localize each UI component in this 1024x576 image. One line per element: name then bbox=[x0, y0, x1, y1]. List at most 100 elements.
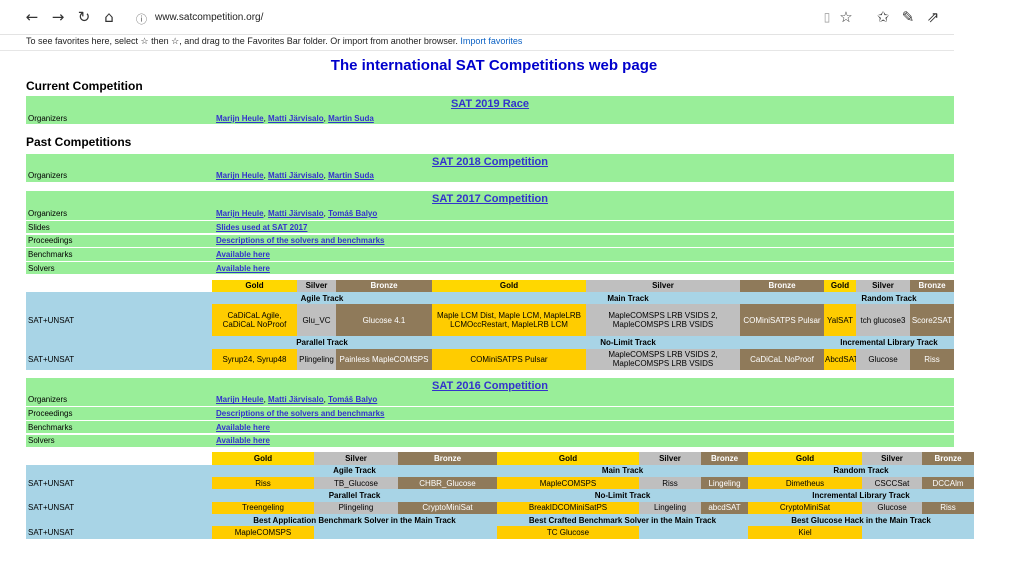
sat2018-organizers: Marijn Heule, Matti Järvisalo, Martin Su… bbox=[214, 169, 954, 182]
solvers-link[interactable]: Available here bbox=[216, 264, 270, 273]
organizers-label: Organizers bbox=[26, 393, 214, 406]
import-favorites-link[interactable]: Import favorites bbox=[460, 36, 522, 46]
address-bar[interactable]: ⓘ www.satcompetition.org/ bbox=[132, 8, 864, 28]
forward-icon[interactable]: → bbox=[46, 6, 70, 28]
pen-icon[interactable]: ✎ bbox=[896, 6, 920, 28]
organizer-link[interactable]: Marijn Heule bbox=[216, 209, 264, 218]
browser-toolbar: ← → ↻ ⌂ ⓘ www.satcompetition.org/ ▯ ☆ ✩ … bbox=[0, 0, 954, 35]
benchmarks-label: Benchmarks bbox=[26, 421, 214, 434]
medal-gold: Gold bbox=[212, 279, 297, 293]
solvers-label: Solvers bbox=[26, 434, 214, 448]
medal-silver: Silver bbox=[586, 279, 740, 293]
result-cell: Treengeling bbox=[212, 501, 314, 514]
share-icon[interactable]: ⇗ bbox=[921, 6, 945, 28]
address-text[interactable]: www.satcompetition.org/ bbox=[155, 12, 263, 23]
result-cell: abcdSAT bbox=[701, 501, 748, 514]
sat2016-table: SAT 2016 Competition Organizers Marijn H… bbox=[26, 377, 954, 449]
result-cell: CHBR_Glucose bbox=[398, 477, 497, 490]
main-track-label: Main Track bbox=[497, 464, 748, 478]
info-icon[interactable]: ⓘ bbox=[136, 11, 147, 27]
solvers-link[interactable]: Available here bbox=[216, 436, 270, 445]
medal-bronze: Bronze bbox=[910, 279, 954, 293]
agile-track-label: Agile Track bbox=[212, 292, 432, 305]
organizer-link[interactable]: Tomáš Balyo bbox=[328, 209, 377, 218]
medal-silver: Silver bbox=[856, 279, 910, 293]
sat2019-table: SAT 2019 Race Organizers Marijn Heule, M… bbox=[26, 96, 954, 126]
random-track-label: Random Track bbox=[824, 292, 954, 305]
result-cell: Riss bbox=[922, 501, 974, 514]
result-cell: Glu_VC bbox=[297, 304, 336, 337]
result-cell: MapleCOMSPS bbox=[212, 526, 314, 539]
sat2017-title-link[interactable]: SAT 2017 Competition bbox=[432, 193, 548, 205]
organizer-link[interactable]: Marijn Heule bbox=[216, 171, 264, 180]
favorites-prompt: To see favorites here, select ☆ then ☆, … bbox=[26, 36, 458, 46]
organizer-link[interactable]: Martin Suda bbox=[328, 114, 374, 123]
result-cell: CSCCSat bbox=[862, 477, 922, 490]
result-cell: Glucose bbox=[856, 348, 910, 370]
row-label: SAT+UNSAT bbox=[26, 526, 212, 539]
sat2018-title-link[interactable]: SAT 2018 Competition bbox=[432, 156, 548, 168]
result-cell: YalSAT bbox=[824, 304, 856, 337]
result-cell: TB_Glucose bbox=[314, 477, 398, 490]
parallel-track-label: Parallel Track bbox=[212, 336, 432, 349]
result-cell: COMiniSATPS Pulsar bbox=[432, 348, 586, 370]
benchmarks-link[interactable]: Available here bbox=[216, 250, 270, 259]
sat2019-title-link[interactable]: SAT 2019 Race bbox=[451, 98, 529, 110]
past-heading: Past Competitions bbox=[26, 134, 132, 149]
benchmarks-link[interactable]: Available here bbox=[216, 423, 270, 432]
result-cell: COMiniSATPS Pulsar bbox=[740, 304, 824, 337]
proceedings-link[interactable]: Descriptions of the solvers and benchmar… bbox=[216, 236, 385, 245]
organizer-link[interactable]: Martin Suda bbox=[328, 171, 374, 180]
back-icon[interactable]: ← bbox=[20, 6, 44, 28]
medal-bronze: Bronze bbox=[398, 452, 497, 465]
favorite-star-icon[interactable]: ☆ bbox=[834, 6, 858, 28]
slides-label: Slides bbox=[26, 221, 214, 234]
result-cell: CryptoMiniSat bbox=[748, 501, 862, 514]
organizers-label: Organizers bbox=[26, 169, 214, 182]
favorites-list-icon[interactable]: ✩ bbox=[871, 6, 895, 28]
medal-silver: Silver bbox=[862, 452, 922, 465]
proceedings-link[interactable]: Descriptions of the solvers and benchmar… bbox=[216, 409, 385, 418]
result-cell: Lingeling bbox=[701, 477, 748, 490]
slides-link[interactable]: Slides used at SAT 2017 bbox=[216, 223, 307, 232]
main-track-label: Main Track bbox=[432, 292, 824, 305]
proceedings-label: Proceedings bbox=[26, 407, 214, 420]
organizer-link[interactable]: Matti Järvisalo bbox=[268, 395, 324, 404]
home-icon[interactable]: ⌂ bbox=[97, 6, 121, 28]
refresh-icon[interactable]: ↻ bbox=[72, 6, 96, 28]
result-cell: Maple LCM Dist, Maple LCM, MapleLRB LCMO… bbox=[432, 304, 586, 337]
sat2016-organizers: Marijn Heule, Matti Järvisalo, Tomáš Bal… bbox=[214, 393, 954, 406]
nolimit-track-label: No-Limit Track bbox=[497, 489, 748, 502]
result-cell: Syrup24, Syrup48 bbox=[212, 348, 297, 370]
result-cell: CaDiCaL NoProof bbox=[740, 348, 824, 370]
organizers-label: Organizers bbox=[26, 112, 214, 125]
result-cell: MapleCOMSPS bbox=[497, 477, 639, 490]
organizer-link[interactable]: Matti Järvisalo bbox=[268, 114, 324, 123]
medal-bronze: Bronze bbox=[740, 279, 824, 293]
sat2016-results: Gold Silver Bronze Gold Silver Bronze Go… bbox=[26, 452, 974, 539]
medal-gold: Gold bbox=[497, 452, 639, 465]
result-cell: Glucose bbox=[862, 501, 922, 514]
result-cell: Plingeling bbox=[297, 348, 336, 370]
proceedings-label: Proceedings bbox=[26, 234, 214, 248]
result-cell: MapleCOMSPS LRB VSIDS 2, MapleCOMSPS LRB… bbox=[586, 304, 740, 337]
row-label: SAT+UNSAT bbox=[26, 477, 212, 490]
sat2016-title-link[interactable]: SAT 2016 Competition bbox=[432, 380, 548, 392]
result-cell: CaDiCaL Agile, CaDiCaL NoProof bbox=[212, 304, 297, 337]
sat2017-organizers: Marijn Heule, Matti Järvisalo, Tomáš Bal… bbox=[214, 207, 954, 220]
result-cell: Riss bbox=[639, 477, 701, 490]
best-app-label: Best Application Benchmark Solver in the… bbox=[212, 513, 497, 527]
parallel-track-label: Parallel Track bbox=[212, 489, 497, 502]
best-hack-label: Best Glucose Hack in the Main Track bbox=[748, 513, 974, 527]
medal-gold: Gold bbox=[824, 279, 856, 293]
page-content: The international SAT Competitions web p… bbox=[26, 51, 974, 539]
result-cell: Plingeling bbox=[314, 501, 398, 514]
result-cell: Score2SAT bbox=[910, 304, 954, 337]
organizer-link[interactable]: Marijn Heule bbox=[216, 395, 264, 404]
organizer-link[interactable]: Matti Järvisalo bbox=[268, 171, 324, 180]
organizer-link[interactable]: Matti Järvisalo bbox=[268, 209, 324, 218]
organizer-link[interactable]: Tomáš Balyo bbox=[328, 395, 377, 404]
page-title: The international SAT Competitions web p… bbox=[330, 57, 658, 74]
sat2017-results: Gold Silver Bronze Gold Silver Bronze Go… bbox=[26, 279, 954, 370]
organizer-link[interactable]: Marijn Heule bbox=[216, 114, 264, 123]
